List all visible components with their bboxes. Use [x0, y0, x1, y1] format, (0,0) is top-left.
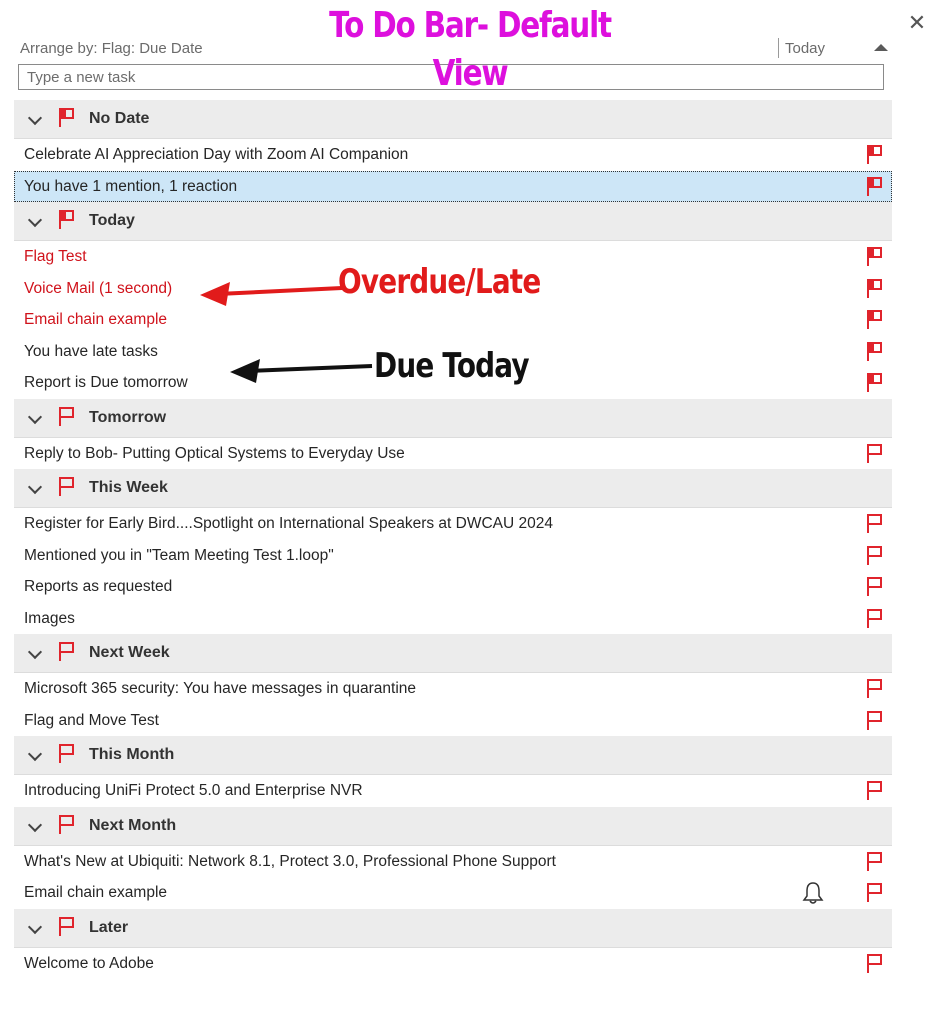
- task-row[interactable]: Register for Early Bird....Spotlight on …: [14, 508, 892, 540]
- flag-icon[interactable]: [866, 443, 884, 468]
- task-title: Email chain example: [24, 311, 168, 328]
- flag-icon[interactable]: [866, 176, 884, 201]
- task-title: You have 1 mention, 1 reaction: [24, 177, 238, 195]
- chevron-down-icon[interactable]: [27, 212, 43, 228]
- group-header[interactable]: Next Week: [14, 634, 892, 673]
- flag-icon[interactable]: [866, 278, 884, 303]
- group-header[interactable]: Next Month: [14, 806, 892, 846]
- task-row[interactable]: Mentioned you in "Team Meeting Test 1.lo…: [14, 540, 892, 572]
- flag-icon[interactable]: [866, 851, 884, 876]
- flag-icon: [58, 209, 76, 234]
- group-label: Tomorrow: [89, 408, 167, 426]
- flag-icon[interactable]: [866, 545, 884, 570]
- flag-icon: [58, 743, 76, 768]
- task-title: Flag Test: [24, 248, 87, 265]
- group-header[interactable]: No Date: [14, 100, 892, 139]
- flag-icon[interactable]: [866, 882, 884, 907]
- task-row[interactable]: Welcome to Adobe: [14, 948, 892, 980]
- chevron-down-icon[interactable]: [27, 110, 43, 126]
- task-title: Reports as requested: [24, 578, 173, 595]
- group-label: Today: [89, 212, 135, 229]
- group-header[interactable]: Later: [14, 908, 892, 948]
- flag-icon[interactable]: [866, 372, 884, 397]
- overdue-arrow: [200, 282, 343, 306]
- flag-icon[interactable]: [866, 341, 884, 366]
- chevron-down-icon[interactable]: [27, 409, 43, 424]
- flag-icon[interactable]: [866, 513, 884, 538]
- chevron-down-icon[interactable]: [27, 479, 43, 495]
- flag-icon[interactable]: [866, 710, 884, 735]
- task-title: Reply to Bob- Putting Optical Systems to…: [24, 444, 405, 462]
- task-title: Report is Due tomorrow: [24, 374, 188, 391]
- flag-icon[interactable]: [866, 576, 884, 601]
- flag-icon[interactable]: [866, 608, 884, 633]
- task-row[interactable]: Flag and Move Test: [14, 705, 892, 737]
- task-title: What's New at Ubiquiti: Network 8.1, Pro…: [24, 852, 556, 870]
- flag-icon: [58, 641, 76, 666]
- flag-icon[interactable]: [866, 678, 884, 703]
- sort-ascending-icon[interactable]: [874, 44, 888, 51]
- task-row[interactable]: Microsoft 365 security: You have message…: [14, 673, 892, 705]
- flag-icon: [58, 916, 76, 941]
- chevron-down-icon[interactable]: [27, 746, 43, 762]
- arrange-by-label[interactable]: Arrange by: Flag: Due Date: [20, 40, 203, 57]
- flag-icon[interactable]: [866, 780, 884, 805]
- flag-icon: [58, 476, 76, 501]
- close-icon[interactable]: ✕: [904, 10, 930, 36]
- group-label: Later: [89, 918, 129, 936]
- task-row[interactable]: You have 1 mention, 1 reaction: [14, 170, 892, 202]
- todo-bar: Arrange by: Flag: Due Date Today No Date…: [14, 0, 892, 1024]
- task-title: Flag and Move Test: [24, 711, 159, 729]
- due-today-annotation: Due Today: [374, 346, 530, 386]
- task-row[interactable]: Email chain example: [14, 877, 892, 909]
- task-title: Introducing UniFi Protect 5.0 and Enterp…: [24, 782, 363, 799]
- task-title: Celebrate AI Appreciation Day with Zoom …: [24, 146, 409, 163]
- task-title: Welcome to Adobe: [24, 954, 154, 972]
- flag-icon[interactable]: [866, 953, 884, 978]
- group-header[interactable]: Tomorrow: [14, 398, 892, 438]
- task-title: You have late tasks: [24, 342, 158, 360]
- flag-icon[interactable]: [866, 309, 884, 334]
- banner-title: To Do Bar- Default View: [329, 5, 612, 94]
- flag-icon[interactable]: [866, 246, 884, 271]
- task-list: No Date Celebrate AI Appreciation Day wi…: [14, 100, 892, 979]
- task-row[interactable]: Celebrate AI Appreciation Day with Zoom …: [14, 139, 892, 171]
- task-title: Voice Mail (1 second): [24, 279, 173, 297]
- task-row[interactable]: Introducing UniFi Protect 5.0 and Enterp…: [14, 775, 892, 807]
- task-title: Microsoft 365 security: You have message…: [24, 680, 417, 697]
- task-row[interactable]: Reports as requested: [14, 571, 892, 603]
- task-title: Mentioned you in "Team Meeting Test 1.lo…: [24, 546, 334, 564]
- flag-icon[interactable]: [866, 144, 884, 169]
- task-row[interactable]: What's New at Ubiquiti: Network 8.1, Pro…: [14, 846, 892, 878]
- task-title: Images: [24, 609, 75, 627]
- chevron-down-icon[interactable]: [27, 919, 43, 934]
- bell-icon[interactable]: [802, 881, 824, 910]
- group-header[interactable]: This Week: [14, 469, 892, 508]
- task-title: Email chain example: [24, 884, 168, 901]
- flag-icon: [58, 107, 76, 132]
- chevron-down-icon[interactable]: [27, 817, 43, 832]
- group-label: Next Month: [89, 816, 177, 834]
- flag-icon: [58, 814, 76, 839]
- group-label: No Date: [89, 110, 150, 127]
- chevron-down-icon[interactable]: [27, 644, 43, 660]
- task-row[interactable]: Email chain example: [14, 304, 892, 336]
- group-label: Next Week: [89, 644, 170, 661]
- task-title: Register for Early Bird....Spotlight on …: [24, 515, 553, 532]
- flag-icon: [58, 406, 76, 431]
- group-header[interactable]: Today: [14, 202, 892, 241]
- group-header[interactable]: This Month: [14, 736, 892, 775]
- due-today-arrow: [230, 359, 373, 383]
- today-column-header[interactable]: Today: [778, 38, 825, 58]
- overdue-annotation: Overdue/Late: [338, 262, 541, 302]
- group-label: This Month: [89, 746, 175, 763]
- task-row[interactable]: Images: [14, 603, 892, 635]
- task-row[interactable]: Reply to Bob- Putting Optical Systems to…: [14, 438, 892, 470]
- group-label: This Week: [89, 479, 168, 496]
